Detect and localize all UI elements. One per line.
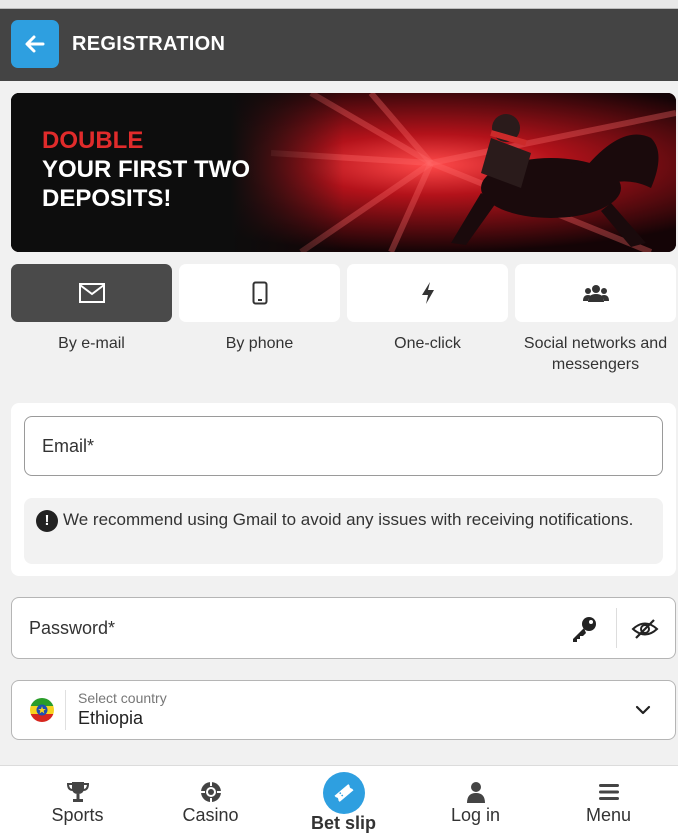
phone-icon — [252, 281, 267, 305]
banner-line-3: DEPOSITS! — [42, 185, 172, 212]
top-status-strip — [0, 0, 678, 9]
tab-one-click[interactable] — [347, 264, 508, 322]
nav-menu[interactable]: Menu — [542, 766, 675, 838]
promo-banner[interactable]: DOUBLE YOUR FIRST TWO DEPOSITS! — [11, 93, 676, 252]
chevron-down-icon — [635, 705, 651, 715]
country-select[interactable]: Select country Ethiopia — [11, 680, 676, 740]
arrow-left-icon — [25, 35, 45, 53]
tab-label-email[interactable]: By e-mail — [7, 333, 176, 354]
exclamation-icon: ! — [36, 510, 58, 532]
banner-headline: DOUBLE YOUR FIRST TWO DEPOSITS! — [42, 126, 250, 213]
password-divider — [616, 608, 617, 648]
ticket-icon — [334, 784, 353, 802]
email-card: Email* ! We recommend using Gmail to avo… — [11, 403, 676, 576]
nav-menu-label: Menu — [585, 805, 632, 825]
tab-by-phone[interactable] — [179, 264, 340, 322]
nav-bet-slip[interactable]: Bet slip — [277, 766, 410, 838]
back-button[interactable] — [11, 20, 59, 68]
email-input[interactable]: Email* — [24, 416, 663, 476]
nav-bet-slip-label: Bet slip — [310, 813, 376, 833]
nav-sports-label: Sports — [51, 805, 104, 825]
gmail-notice: ! We recommend using Gmail to avoid any … — [24, 498, 663, 564]
password-placeholder: Password* — [29, 618, 116, 638]
banner-line-2: YOUR FIRST TWO — [42, 156, 250, 183]
email-placeholder: Email* — [42, 435, 95, 456]
country-value: Ethiopia — [78, 708, 144, 728]
key-icon[interactable] — [570, 615, 598, 643]
banner-line-1: DOUBLE — [42, 127, 144, 154]
tab-by-email[interactable] — [11, 264, 172, 322]
nav-log-in-label: Log in — [450, 805, 501, 825]
bottom-navigation: Sports Casino Bet slip Log in Menu — [0, 765, 678, 838]
envelope-icon — [78, 283, 105, 303]
nav-log-in[interactable]: Log in — [409, 766, 542, 838]
hamburger-menu-icon — [598, 784, 619, 800]
nav-casino-label: Casino — [182, 805, 239, 825]
lightning-icon — [421, 282, 434, 304]
ethiopia-flag-icon — [30, 698, 54, 722]
tab-label-one-click[interactable]: One-click — [343, 333, 512, 354]
users-icon — [582, 285, 609, 302]
bet-slip-button[interactable] — [322, 772, 365, 814]
country-caption: Select country — [78, 690, 167, 706]
page-header: REGISTRATION — [0, 9, 678, 81]
tab-social-networks[interactable] — [515, 264, 676, 322]
trophy-icon — [66, 782, 89, 802]
page-title: REGISTRATION — [72, 33, 226, 55]
nav-casino[interactable]: Casino — [144, 766, 277, 838]
country-divider — [65, 690, 66, 730]
user-icon — [466, 782, 485, 803]
nav-sports[interactable]: Sports — [11, 766, 144, 838]
notice-text: We recommend using Gmail to avoid any is… — [63, 510, 634, 529]
password-input[interactable]: Password* — [11, 597, 676, 659]
tab-label-social[interactable]: Social networks and messengers — [511, 333, 678, 375]
eye-slash-icon[interactable] — [631, 615, 659, 643]
registration-method-tabs: By e-mail By phone One-click Social netw… — [11, 264, 676, 384]
tab-label-phone[interactable]: By phone — [175, 333, 344, 354]
casino-chip-icon — [200, 782, 221, 802]
